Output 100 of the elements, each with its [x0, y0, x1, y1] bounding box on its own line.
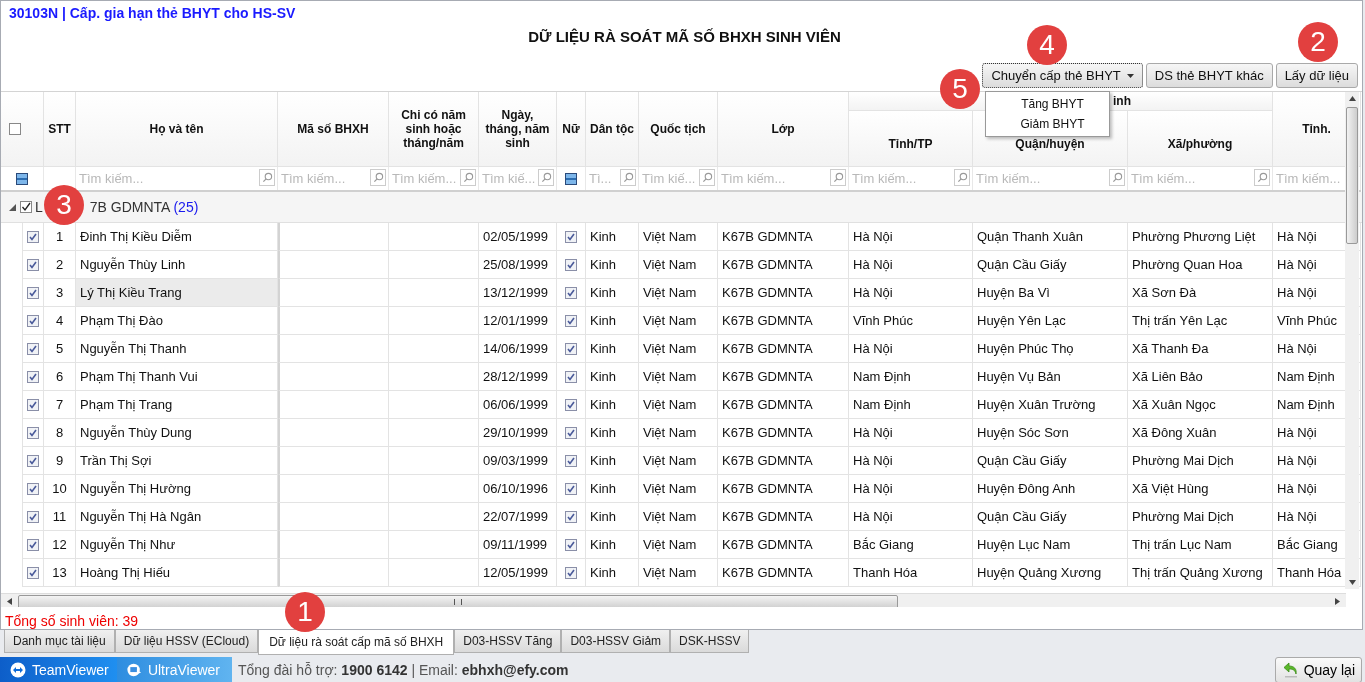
tab[interactable]: D03-HSSV Tăng [454, 630, 562, 653]
row-number: 12 [44, 531, 76, 559]
column-header[interactable]: Tỉnh/TP [849, 111, 973, 167]
column-header[interactable]: Dân tộc [586, 92, 639, 167]
student-name[interactable]: Nguyễn Thị Hường [76, 475, 278, 503]
filter-toggle-icon[interactable] [16, 172, 28, 185]
search-icon[interactable] [538, 169, 554, 186]
female-checkbox[interactable] [565, 258, 577, 271]
column-header[interactable]: Mã số BHXH [278, 92, 389, 167]
search-icon[interactable] [830, 169, 846, 186]
student-name[interactable]: Phạm Thị Đào [76, 307, 278, 335]
teamviewer-button[interactable]: TeamViewer [0, 657, 117, 682]
birth-date: 09/11/1999 [479, 531, 557, 559]
student-name[interactable]: Nguyễn Thị Như [76, 531, 278, 559]
row-checkbox[interactable] [27, 426, 39, 439]
student-name[interactable]: Lý Thị Kiều Trang [76, 279, 278, 307]
female-checkbox[interactable] [565, 398, 577, 411]
student-name[interactable]: Nguyễn Thị Thanh [76, 335, 278, 363]
column-header[interactable]: Ngày, tháng, năm sinh [479, 92, 557, 167]
female-checkbox[interactable] [565, 538, 577, 551]
female-checkbox[interactable] [565, 230, 577, 243]
scroll-left-icon[interactable] [7, 598, 12, 605]
student-name[interactable]: Phạm Thị Trang [76, 391, 278, 419]
column-header[interactable]: Họ và tên [76, 92, 278, 167]
row-checkbox[interactable] [27, 482, 39, 495]
female-checkbox[interactable] [565, 482, 577, 495]
search-icon[interactable] [699, 169, 715, 186]
female-checkbox[interactable] [565, 454, 577, 467]
student-name[interactable]: Hoàng Thị Hiếu [76, 559, 278, 587]
student-name[interactable]: Trần Thị Sợi [76, 447, 278, 475]
column-header[interactable]: Quốc tịch [639, 92, 718, 167]
search-icon[interactable] [1109, 169, 1125, 186]
row-number: 7 [44, 391, 76, 419]
table-cell: Việt Nam [639, 503, 718, 531]
student-total: Tổng số sinh viên: 39 [5, 613, 139, 629]
search-icon[interactable] [370, 169, 386, 186]
menu-item[interactable]: Giảm BHYT [986, 114, 1109, 134]
column-header[interactable]: Chi có năm sinh hoặc tháng/năm [389, 92, 479, 167]
column-header[interactable]: STT [44, 92, 76, 167]
filter-toggle-icon[interactable] [565, 172, 577, 185]
student-name[interactable]: Nguyễn Thị Hà Ngân [76, 503, 278, 531]
row-checkbox[interactable] [27, 398, 39, 411]
tab[interactable]: Danh mục tài liệu [4, 630, 115, 653]
row-checkbox[interactable] [27, 538, 39, 551]
row-checkbox[interactable] [27, 454, 39, 467]
birth-date: 13/12/1999 [479, 279, 557, 307]
row-checkbox[interactable] [27, 510, 39, 523]
row-checkbox[interactable] [27, 342, 39, 355]
search-icon[interactable] [620, 169, 636, 186]
row-checkbox[interactable] [27, 258, 39, 271]
table-cell: Việt Nam [639, 279, 718, 307]
table-cell: Hà Nội [849, 447, 973, 475]
column-header[interactable]: Lớp [718, 92, 849, 167]
column-header[interactable]: Xã/phường [1128, 111, 1273, 167]
table-cell: K67B GDMNTA [718, 279, 849, 307]
scroll-right-icon[interactable] [1335, 598, 1340, 605]
table-cell: Hà Nội [849, 475, 973, 503]
row-checkbox[interactable] [27, 566, 39, 579]
table-cell: Xã Đông Xuân [1128, 419, 1273, 447]
column-header[interactable]: Nữ [557, 92, 586, 167]
row-checkbox[interactable] [27, 286, 39, 299]
scroll-up-icon[interactable] [1348, 96, 1356, 101]
transfer-dropdown-button[interactable]: Chuyển cấp thẻ BHYT [982, 63, 1143, 88]
female-checkbox[interactable] [565, 426, 577, 439]
female-checkbox[interactable] [565, 314, 577, 327]
student-name[interactable]: Phạm Thị Thanh Vui [76, 363, 278, 391]
scrollbar-thumb[interactable] [1346, 107, 1358, 244]
row-number: 5 [44, 335, 76, 363]
female-checkbox[interactable] [565, 510, 577, 523]
toolbar-button[interactable]: DS thẻ BHYT khác [1145, 63, 1273, 88]
group-checkbox[interactable] [20, 201, 32, 213]
row-checkbox[interactable] [27, 230, 39, 243]
scroll-down-icon[interactable] [1348, 580, 1356, 585]
toolbar-button[interactable]: Lấy dữ liệu [1275, 63, 1358, 88]
birth-date: 06/10/1996 [479, 475, 557, 503]
tab[interactable]: Dữ liệu HSSV (ECloud) [114, 630, 259, 653]
table-cell: Việt Nam [639, 251, 718, 279]
search-icon[interactable] [954, 169, 970, 186]
table-cell: Kinh [586, 335, 639, 363]
row-checkbox[interactable] [27, 370, 39, 383]
student-name[interactable]: Nguyễn Thùy Dung [76, 419, 278, 447]
menu-item[interactable]: Tăng BHYT [986, 94, 1109, 114]
female-checkbox[interactable] [565, 566, 577, 579]
search-icon[interactable] [259, 169, 275, 186]
back-button[interactable]: Quay lại [1274, 657, 1362, 682]
search-icon[interactable] [1254, 169, 1270, 186]
table-cell: Thị trấn Lục Nam [1128, 531, 1273, 559]
search-icon[interactable] [460, 169, 476, 186]
female-checkbox[interactable] [565, 342, 577, 355]
tab[interactable]: Dữ liệu rà soát cấp mã số BHXH [258, 630, 455, 655]
female-checkbox[interactable] [565, 370, 577, 383]
select-all-checkbox[interactable] [9, 123, 21, 135]
tab[interactable]: DSK-HSSV [670, 630, 750, 653]
expand-icon[interactable] [9, 203, 16, 211]
row-checkbox[interactable] [27, 314, 39, 327]
female-checkbox[interactable] [565, 286, 577, 299]
table-cell: Việt Nam [639, 335, 718, 363]
student-name[interactable]: Đinh Thị Kiều Diễm [76, 223, 278, 251]
table-cell: Nam Định [849, 363, 973, 391]
tab[interactable]: D03-HSSV Giảm [561, 630, 671, 653]
